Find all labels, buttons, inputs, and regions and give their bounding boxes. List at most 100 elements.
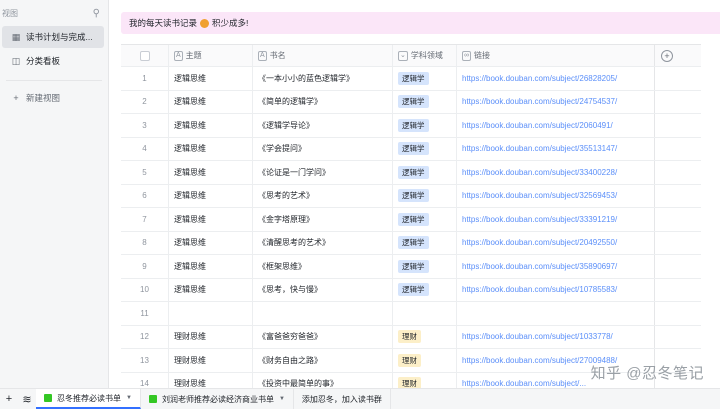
cell-topic[interactable]: 理财思维	[169, 325, 253, 348]
cell-book[interactable]: 《清醒思考的艺术》	[253, 231, 393, 254]
cell-link[interactable]: https://book.douban.com/subject/35890697…	[457, 255, 655, 278]
sheet-tab-join-group[interactable]: 添加忍冬，加入读书群	[294, 389, 391, 409]
cell-book[interactable]: 《一本小小的蓝色逻辑学》	[253, 67, 393, 90]
cell-book[interactable]: 《学会提问》	[253, 137, 393, 160]
cell-book[interactable]: 《简单的逻辑学》	[253, 90, 393, 113]
table-row[interactable]: 6 逻辑思维 《思考的艺术》 逻辑学 https://book.douban.com/s…	[121, 184, 701, 208]
cell-book[interactable]: 《财务自由之路》	[253, 349, 393, 372]
cell-topic[interactable]: 逻辑思维	[169, 208, 253, 231]
column-header-link[interactable]: ∞ 链接	[457, 45, 655, 66]
table-row[interactable]: 10 逻辑思维 《思考，快与慢》 逻辑学 https://book.douban.com…	[121, 278, 701, 302]
cell-topic[interactable]: 逻辑思维	[169, 67, 253, 90]
cell-field[interactable]: 逻辑学	[393, 184, 457, 207]
cell-link[interactable]: https://book.douban.com/subject/33391219…	[457, 208, 655, 231]
cell-book[interactable]: 《投资中最简单的事》	[253, 372, 393, 388]
row-number[interactable]: 3	[121, 114, 169, 137]
row-number[interactable]: 6	[121, 184, 169, 207]
cell-topic[interactable]: 逻辑思维	[169, 231, 253, 254]
row-number[interactable]: 2	[121, 90, 169, 113]
row-number[interactable]: 1	[121, 67, 169, 90]
row-number[interactable]: 13	[121, 349, 169, 372]
cell-link[interactable]: https://book.douban.com/subject/26828205…	[457, 67, 655, 90]
cell-link[interactable]: https://book.douban.com/subject/32569453…	[457, 184, 655, 207]
cell-link[interactable]: https://book.douban.com/subject/2060491/	[457, 114, 655, 137]
table-row[interactable]: 3 逻辑思维 《逻辑学导论》 逻辑学 https://book.douban.com/s…	[121, 114, 701, 138]
cell-link[interactable]: https://book.douban.com/subject/24754537…	[457, 90, 655, 113]
cell-link[interactable]: https://book.douban.com/subject/10785583…	[457, 278, 655, 301]
cell-field[interactable]: 逻辑学	[393, 161, 457, 184]
new-view-button[interactable]: + 新建视图	[2, 87, 104, 109]
cell-field[interactable]: 逻辑学	[393, 255, 457, 278]
cell-field[interactable]: 逻辑学	[393, 278, 457, 301]
cell-book[interactable]	[253, 302, 393, 325]
row-number[interactable]: 5	[121, 161, 169, 184]
cell-book[interactable]: 《框架思维》	[253, 255, 393, 278]
cell-field[interactable]: 逻辑学	[393, 231, 457, 254]
table-row[interactable]: 12 理财思维 《富爸爸穷爸爸》 理财 https://book.douban.com/…	[121, 325, 701, 349]
row-number[interactable]: 7	[121, 208, 169, 231]
cell-book[interactable]: 《论证是一门学问》	[253, 161, 393, 184]
row-number[interactable]: 8	[121, 231, 169, 254]
cell-field[interactable]: 逻辑学	[393, 137, 457, 160]
cell-topic[interactable]	[169, 302, 253, 325]
row-number[interactable]: 10	[121, 278, 169, 301]
row-number[interactable]: 4	[121, 137, 169, 160]
sheet-tab-recommended[interactable]: 忍冬推荐必读书单 ▼	[36, 389, 141, 409]
cell-link[interactable]	[457, 302, 655, 325]
table-row[interactable]: 8 逻辑思维 《清醒思考的艺术》 逻辑学 https://book.douban.com…	[121, 231, 701, 255]
cell-link[interactable]: https://book.douban.com/subject/33400228…	[457, 161, 655, 184]
column-header-topic[interactable]: A 主题	[169, 45, 253, 66]
table-row[interactable]: 1 逻辑思维 《一本小小的蓝色逻辑学》 逻辑学 https://book.douban.…	[121, 67, 701, 91]
cell-topic[interactable]: 逻辑思维	[169, 255, 253, 278]
cell-topic[interactable]: 逻辑思维	[169, 184, 253, 207]
cell-field[interactable]: 逻辑学	[393, 208, 457, 231]
table-row[interactable]: 4 逻辑思维 《学会提问》 逻辑学 https://book.douban.com/su…	[121, 137, 701, 161]
row-number[interactable]: 9	[121, 255, 169, 278]
table-row[interactable]: 2 逻辑思维 《简单的逻辑学》 逻辑学 https://book.douban.com/…	[121, 90, 701, 114]
cell-field[interactable]: 逻辑学	[393, 114, 457, 137]
cell-book[interactable]: 《富爸爸穷爸爸》	[253, 325, 393, 348]
cell-book[interactable]: 《金字塔原理》	[253, 208, 393, 231]
table-row[interactable]: 9 逻辑思维 《框架思维》 逻辑学 https://book.douban.com/su…	[121, 255, 701, 279]
table-row[interactable]: 11	[121, 302, 701, 326]
cell-link[interactable]: https://book.douban.com/subject/20492550…	[457, 231, 655, 254]
cell-topic[interactable]: 理财思维	[169, 349, 253, 372]
cell-topic[interactable]: 逻辑思维	[169, 90, 253, 113]
cell-field[interactable]: 理财	[393, 349, 457, 372]
cell-book[interactable]: 《逻辑学导论》	[253, 114, 393, 137]
select-all-cell[interactable]	[121, 45, 169, 66]
cell-link[interactable]: https://book.douban.com/subject/35513147…	[457, 137, 655, 160]
description-banner[interactable]: 我的每天读书记录 积少成多!	[121, 12, 720, 34]
cell-field[interactable]: 理财	[393, 325, 457, 348]
select-all-checkbox[interactable]	[139, 50, 150, 61]
cell-topic[interactable]: 理财思维	[169, 372, 253, 388]
sidebar-item-reading-plan[interactable]: ▦ 读书计划与完成...	[2, 26, 104, 48]
caret-down-icon[interactable]: ▼	[279, 396, 285, 402]
column-header-field[interactable]: ⌄ 学科领域	[393, 45, 457, 66]
cell-topic[interactable]: 逻辑思维	[169, 137, 253, 160]
sidebar-item-kanban[interactable]: ◫ 分类看板	[2, 50, 104, 72]
cell-field[interactable]: 逻辑学	[393, 90, 457, 113]
row-number[interactable]: 11	[121, 302, 169, 325]
row-number[interactable]: 14	[121, 372, 169, 388]
add-sheet-icon[interactable]: +	[0, 393, 18, 405]
cell-book[interactable]: 《思考，快与慢》	[253, 278, 393, 301]
add-column-cell[interactable]: +	[655, 45, 701, 66]
pin-icon[interactable]: ⚲	[93, 8, 100, 19]
sheet-tab-liurun[interactable]: 刘润老师推荐必读经济商业书单 ▼	[141, 389, 294, 409]
add-column-icon[interactable]: +	[661, 49, 673, 62]
row-number[interactable]: 12	[121, 325, 169, 348]
table-row[interactable]: 5 逻辑思维 《论证是一门学问》 逻辑学 https://book.douban.com…	[121, 161, 701, 185]
cell-field[interactable]: 理财	[393, 372, 457, 388]
cell-link[interactable]: https://book.douban.com/subject/1033778/	[457, 325, 655, 348]
table-row[interactable]: 7 逻辑思维 《金字塔原理》 逻辑学 https://book.douban.com/s…	[121, 208, 701, 232]
cell-book[interactable]: 《思考的艺术》	[253, 184, 393, 207]
cell-topic[interactable]: 逻辑思维	[169, 114, 253, 137]
caret-down-icon[interactable]: ▼	[126, 395, 132, 401]
column-header-book[interactable]: A 书名	[253, 45, 393, 66]
cell-topic[interactable]: 逻辑思维	[169, 161, 253, 184]
cell-field[interactable]: 逻辑学	[393, 67, 457, 90]
cell-topic[interactable]: 逻辑思维	[169, 278, 253, 301]
layers-icon[interactable]: ≋	[18, 393, 36, 406]
cell-field[interactable]	[393, 302, 457, 325]
